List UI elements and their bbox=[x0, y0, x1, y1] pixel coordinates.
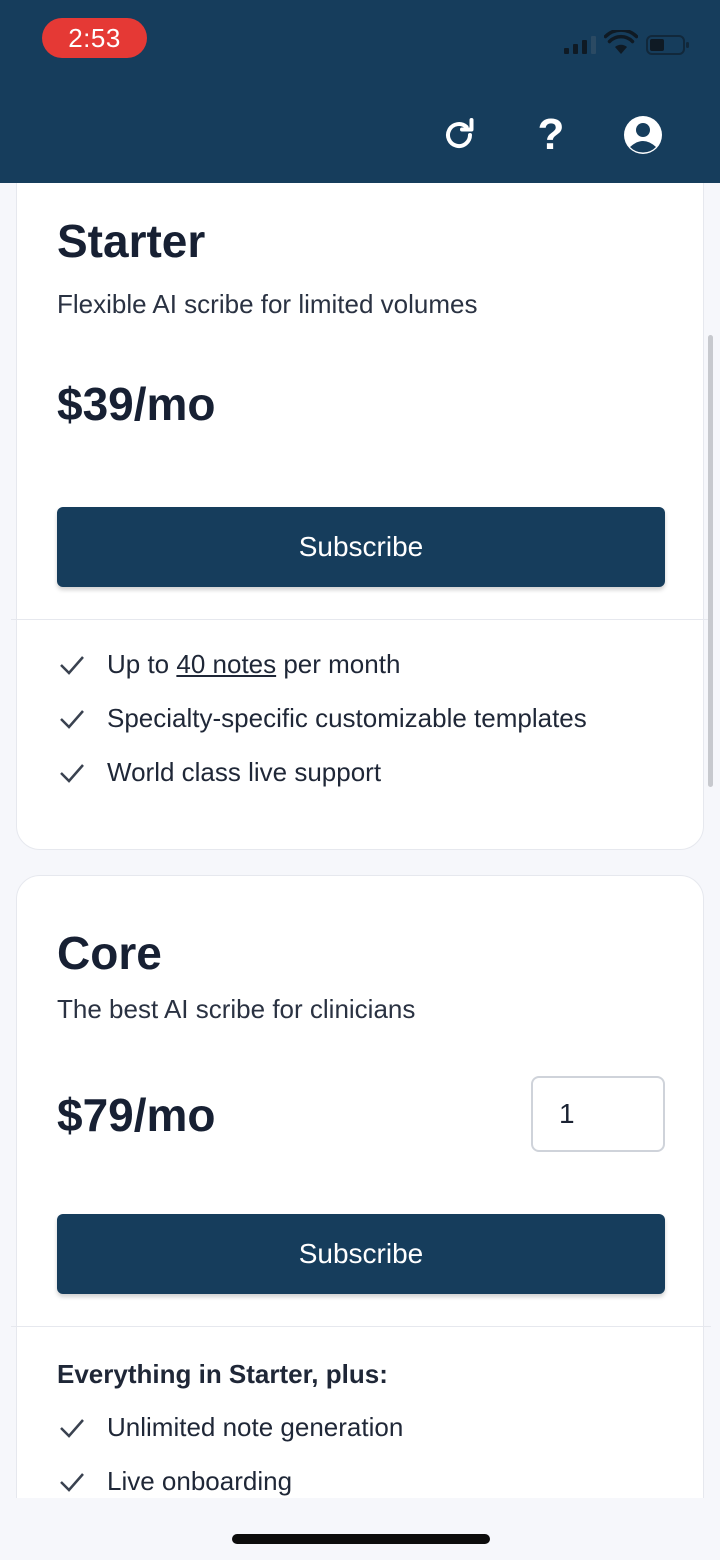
plan-description: Flexible AI scribe for limited volumes bbox=[57, 289, 478, 319]
battery-icon bbox=[646, 35, 689, 55]
feature-item: Unlimited note generation bbox=[57, 1412, 403, 1443]
wifi-icon bbox=[604, 30, 638, 54]
feature-item: Up to 40 notes per month bbox=[57, 649, 400, 680]
refresh-icon[interactable] bbox=[434, 110, 484, 160]
plan-name: Core bbox=[57, 927, 162, 979]
plan-price: $79/mo bbox=[57, 1089, 216, 1141]
feature-text: World class live support bbox=[107, 757, 382, 787]
divider bbox=[11, 1326, 711, 1327]
feature-item: Specialty-specific customizable template… bbox=[57, 703, 587, 734]
plan-price: $39/mo bbox=[57, 378, 216, 430]
help-icon[interactable]: ? bbox=[526, 110, 576, 160]
notes-link[interactable]: 40 notes bbox=[176, 649, 276, 679]
check-icon bbox=[57, 758, 87, 788]
plan-description: The best AI scribe for clinicians bbox=[57, 994, 416, 1024]
plan-card-core: Core The best AI scribe for clinicians $… bbox=[11, 875, 711, 1498]
plan-card-starter: Starter Flexible AI scribe for limited v… bbox=[11, 183, 711, 850]
feature-text: Up to 40 notes per month bbox=[107, 649, 401, 679]
account-icon[interactable] bbox=[618, 110, 668, 160]
scrollbar[interactable] bbox=[708, 335, 713, 787]
features-heading: Everything in Starter, plus: bbox=[57, 1359, 388, 1389]
check-icon bbox=[57, 1413, 87, 1443]
subscribe-button[interactable]: Subscribe bbox=[57, 1214, 665, 1294]
bottom-safe-area bbox=[0, 1498, 720, 1560]
feature-text: Unlimited note generation bbox=[107, 1412, 404, 1442]
status-time: 2:53 bbox=[42, 18, 147, 58]
feature-text: Specialty-specific customizable template… bbox=[107, 703, 587, 733]
check-icon bbox=[57, 650, 87, 680]
feature-text: Live onboarding bbox=[107, 1466, 293, 1496]
divider bbox=[11, 619, 711, 620]
subscribe-button[interactable]: Subscribe bbox=[57, 507, 665, 587]
plan-name: Starter bbox=[57, 215, 206, 267]
check-icon bbox=[57, 1467, 87, 1497]
home-indicator[interactable] bbox=[232, 1534, 490, 1544]
quantity-input[interactable]: 1 bbox=[531, 1076, 665, 1152]
app-header: 2:53 ? bbox=[0, 0, 720, 183]
plans-list: Starter Flexible AI scribe for limited v… bbox=[0, 183, 720, 1498]
check-icon bbox=[57, 704, 87, 734]
cellular-signal-icon bbox=[564, 34, 596, 54]
feature-item: Live onboarding bbox=[57, 1466, 292, 1497]
feature-item: World class live support bbox=[57, 757, 381, 788]
